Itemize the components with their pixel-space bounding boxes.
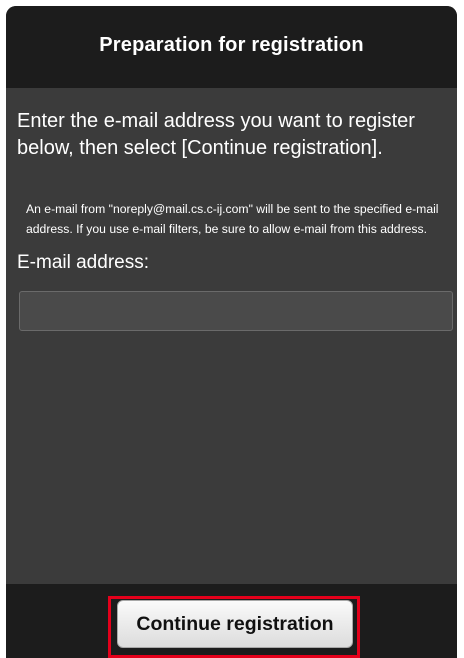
continue-registration-button[interactable]: Continue registration: [117, 600, 353, 648]
footer-bar: Continue registration: [6, 584, 457, 658]
email-field[interactable]: [19, 291, 453, 331]
email-field-label: E-mail address:: [17, 252, 149, 273]
registration-form: Enter the e-mail address you want to reg…: [6, 88, 457, 584]
email-notice-text: An e-mail from "noreply@mail.cs.c-ij.com…: [26, 202, 439, 236]
page-title: Preparation for registration: [99, 33, 364, 56]
registration-screen: Preparation for registration Enter the e…: [6, 6, 457, 658]
header-bar: Preparation for registration: [6, 6, 457, 88]
instruction-text: Enter the e-mail address you want to reg…: [17, 110, 415, 159]
